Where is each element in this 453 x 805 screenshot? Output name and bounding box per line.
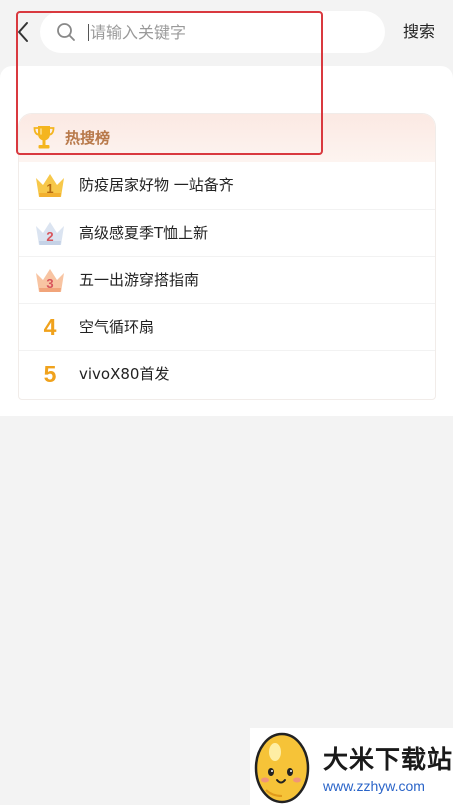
- hot-search-item-text: 高级感夏季T恤上新: [79, 224, 209, 242]
- search-button[interactable]: 搜索: [398, 20, 440, 44]
- search-input[interactable]: [88, 11, 370, 53]
- hot-search-item[interactable]: 2 高级感夏季T恤上新: [19, 209, 435, 256]
- hot-search-item-text: vivoX80首发: [79, 365, 170, 383]
- rank-number: 3: [46, 276, 54, 291]
- rank-number: 4: [43, 314, 57, 340]
- rank-number: 5: [43, 361, 57, 387]
- watermark-title: 大米下载站: [323, 745, 453, 774]
- rank-number: 1: [46, 181, 54, 196]
- chevron-left-icon: [18, 22, 28, 42]
- rank-number: 2: [46, 229, 54, 244]
- top-bar: 搜索: [0, 0, 453, 66]
- search-bar[interactable]: [40, 11, 385, 53]
- hot-search-item-text: 五一出游穿搭指南: [79, 271, 200, 289]
- hot-search-item[interactable]: 3 五一出游穿搭指南: [19, 256, 435, 303]
- hot-search-item-text: 防疫居家好物 一站备齐: [79, 176, 234, 194]
- hot-search-title: 热搜榜: [65, 129, 111, 147]
- watermark: 大米下载站 www.zzhyw.com: [250, 728, 453, 805]
- hot-search-list: 1 防疫居家好物 一站备齐 2 高级感夏季T恤上新 3 五一出游穿搭指南 4 空…: [19, 162, 435, 397]
- watermark-url: www.zzhyw.com: [323, 778, 425, 794]
- back-button[interactable]: [12, 20, 34, 44]
- rice-mascot-icon: [254, 732, 310, 804]
- hot-search-item-text: 空气循环扇: [79, 318, 155, 336]
- hot-search-header: 热搜榜: [19, 114, 435, 162]
- hot-search-item[interactable]: 1 防疫居家好物 一站备齐: [19, 162, 435, 209]
- trophy-icon: [33, 126, 55, 149]
- hot-search-item[interactable]: 4 空气循环扇: [19, 303, 435, 350]
- search-icon: [57, 23, 75, 41]
- hot-search-item[interactable]: 5 vivoX80首发: [19, 350, 435, 397]
- hot-search-card: 热搜榜 1 防疫居家好物 一站备齐 2 高级感夏季T恤上新 3 五一出游穿搭指南…: [18, 113, 436, 400]
